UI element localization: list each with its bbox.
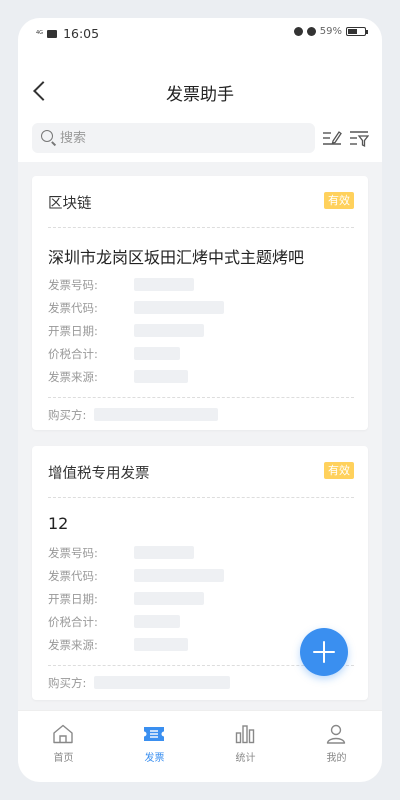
merchant-name: 深圳市龙岗区坂田汇烤中式主题烤吧 (48, 248, 305, 267)
merchant-name: 12 (48, 514, 69, 533)
user-icon (326, 724, 346, 744)
value-placeholder (134, 278, 194, 291)
value-placeholder (134, 569, 224, 582)
invoice-card[interactable]: 区块链 有效 深圳市龙岗区坂田汇烤中式主题烤吧 发票号码: 发票代码: 开票日期… (32, 176, 368, 430)
battery-percent: 59% (319, 26, 342, 37)
field-label: 发票来源: (48, 370, 98, 384)
value-placeholder (134, 370, 188, 383)
status-badge: 有效 (324, 462, 354, 479)
field-total: 价税合计: (48, 614, 180, 629)
value-placeholder (134, 546, 194, 559)
field-invoice-number: 发票号码: (48, 277, 194, 292)
field-invoice-code: 发票代码: (48, 568, 224, 583)
field-label: 发票号码: (48, 278, 98, 292)
divider (48, 397, 354, 398)
status-bar: 4G 16:05 59% (18, 18, 382, 48)
field-issue-date: 开票日期: (48, 323, 204, 338)
tab-label: 统计 (235, 753, 256, 764)
sim-icon (47, 29, 58, 38)
field-label: 发票代码: (48, 569, 98, 583)
value-placeholder (134, 324, 204, 337)
invoice-type: 区块链 (48, 196, 92, 212)
page-title: 发票助手 (166, 85, 234, 105)
tab-statistics[interactable]: 统计 (200, 711, 291, 771)
bar-chart-icon (235, 725, 255, 744)
buyer-row: 购买方: (48, 675, 230, 691)
tab-home[interactable]: 首页 (18, 711, 109, 771)
tab-label: 发票 (144, 753, 165, 764)
bottom-tab-bar: 首页 发票 统计 我的 (18, 710, 382, 782)
field-source: 发票来源: (48, 369, 188, 384)
plus-icon-bar (323, 641, 325, 663)
invoice-icon (144, 727, 164, 741)
buyer-label: 购买方: (48, 408, 87, 422)
field-invoice-code: 发票代码: (48, 300, 224, 315)
status-badge: 有效 (324, 192, 354, 209)
battery-icon (346, 27, 368, 36)
invoice-type: 增值税专用发票 (48, 466, 150, 482)
filter-icon[interactable] (349, 128, 369, 148)
buyer-label: 购买方: (48, 676, 87, 690)
value-placeholder (134, 615, 180, 628)
field-label: 开票日期: (48, 592, 98, 606)
value-placeholder (134, 592, 204, 605)
search-box[interactable] (32, 123, 315, 153)
status-time: 16:05 (63, 26, 100, 41)
dnd-icon (306, 27, 316, 36)
field-label: 发票来源: (48, 638, 98, 652)
field-label: 开票日期: (48, 324, 98, 338)
tab-invoice[interactable]: 发票 (109, 711, 200, 771)
field-label: 发票号码: (48, 546, 98, 560)
app-header: 发票助手 (18, 48, 382, 162)
tab-profile[interactable]: 我的 (291, 711, 382, 771)
field-label: 价税合计: (48, 347, 98, 361)
add-invoice-button[interactable] (300, 628, 348, 676)
search-icon (41, 130, 53, 142)
divider (48, 497, 354, 498)
value-placeholder (94, 676, 230, 689)
phone-frame: 4G 16:05 59% 发票助手 搜索 区块链 有效 深圳市龙岗区坂田汇烤中式… (18, 18, 382, 782)
network-indicator: 4G (36, 30, 44, 36)
battery-fill (348, 29, 357, 34)
value-placeholder (134, 301, 224, 314)
field-invoice-number: 发票号码: (48, 545, 194, 560)
search-input[interactable] (60, 123, 300, 153)
value-placeholder (134, 638, 188, 651)
value-placeholder (94, 408, 218, 421)
field-label: 价税合计: (48, 615, 98, 629)
home-icon (53, 724, 73, 744)
tab-label: 首页 (53, 753, 74, 764)
value-placeholder (134, 347, 180, 360)
field-source: 发票来源: (48, 637, 188, 652)
buyer-row: 购买方: (48, 407, 218, 423)
edit-list-icon[interactable] (322, 128, 342, 148)
alarm-icon (293, 27, 303, 36)
field-issue-date: 开票日期: (48, 591, 204, 606)
field-total: 价税合计: (48, 346, 180, 361)
tab-label: 我的 (326, 753, 347, 764)
divider (48, 227, 354, 228)
field-label: 发票代码: (48, 301, 98, 315)
